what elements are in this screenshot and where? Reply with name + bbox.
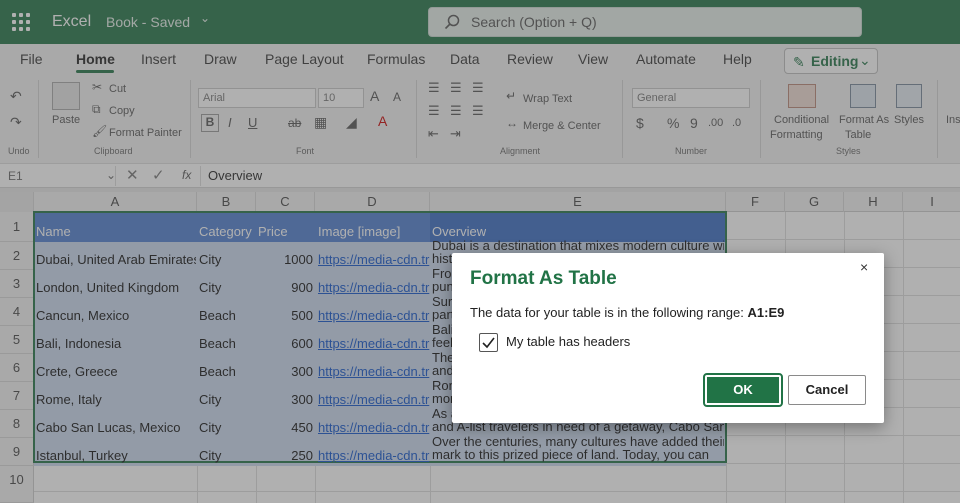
headers-checkbox[interactable] xyxy=(479,333,498,352)
range-description: The data for your table is in the follow… xyxy=(470,305,744,320)
format-as-table-dialog: Format As Table × The data for your tabl… xyxy=(452,253,884,423)
checkmark-icon xyxy=(482,337,495,349)
ok-button[interactable]: OK xyxy=(703,373,783,407)
headers-checkbox-label[interactable]: My table has headers xyxy=(506,334,630,349)
dialog-title: Format As Table xyxy=(470,268,617,289)
dialog-message: The data for your table is in the follow… xyxy=(470,305,784,320)
range-value[interactable]: A1:E9 xyxy=(748,305,785,320)
cancel-button[interactable]: Cancel xyxy=(788,375,866,405)
close-icon[interactable]: × xyxy=(860,259,868,275)
modal-backdrop[interactable] xyxy=(0,0,960,503)
